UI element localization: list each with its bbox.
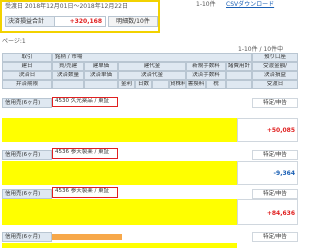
count-label: 1-10件 / 10件中 [238, 46, 284, 53]
header-stock-market: 銘柄 / 市場 [52, 53, 252, 62]
header-open-amount: 建代金 [118, 62, 186, 71]
header-lending-fee: 貸株料 [169, 80, 186, 89]
row-amount: +84,636 [266, 210, 295, 217]
header-due: 弁済期限 [2, 80, 52, 89]
header-buy-sell: 買/売建 [52, 62, 84, 71]
total-label: 決済損益合計 [5, 16, 55, 27]
row-redacted-detail [2, 199, 237, 225]
header-blank-2 [52, 80, 84, 89]
header-tax: 税 [206, 80, 226, 89]
header-account: 預り口座 [252, 53, 298, 62]
row-amount: -9,364 [273, 170, 295, 177]
row-stock-redacted [52, 234, 122, 240]
header-open-date: 建日 [2, 62, 52, 71]
header-pl: 決済損益 [252, 71, 298, 80]
row-stock[interactable]: 4536 参天製薬 / 東証 [52, 187, 118, 198]
row-account: 特定/申告 [252, 98, 298, 108]
row-amount-cell: +50,085 [237, 118, 298, 142]
row-type: 信用売(6ヶ月) [2, 150, 52, 160]
header-rewrite-fee: 書換料 [186, 80, 206, 89]
row-account: 特定/申告 [252, 189, 298, 199]
header-blank-5 [226, 80, 252, 89]
header-settle-amount: 受渡金額/ [252, 62, 298, 71]
header-close-amount: 決済代金 [118, 71, 186, 80]
row-type: 信用売(6ヶ月) [2, 98, 52, 108]
row-amount-cell: +84,636 [237, 199, 298, 225]
header-blank-4 [152, 80, 169, 89]
header-trade: 取引 [2, 53, 52, 62]
header-close-qty: 決済数量 [52, 71, 84, 80]
header-days: 日数 [135, 80, 152, 89]
header-close-price: 決済単価 [84, 71, 118, 80]
row-amount: +50,085 [266, 127, 295, 134]
row-type: 信用売(6ヶ月) [2, 189, 52, 199]
range-text: 1-10件 [196, 1, 216, 8]
header-close-fee: 決済手数料 [186, 71, 226, 80]
header-blank-3 [84, 80, 118, 89]
header-blank [226, 71, 252, 80]
summary-panel: 受渡日 2018年12月01日～2018年12月22日 決済損益合計 +320,… [0, 0, 160, 33]
total-value: +320,168 [54, 16, 106, 27]
page-label: ページ:1 [2, 38, 26, 45]
row-account: 特定/申告 [252, 232, 298, 242]
row-redacted-detail [2, 243, 237, 248]
row-account: 特定/申告 [252, 150, 298, 160]
header-interest: 金利 [118, 80, 135, 89]
row-redacted-detail [2, 118, 237, 142]
header-settle-date: 受渡日 [252, 80, 298, 89]
header-open-price: 建単価 [84, 62, 118, 71]
header-new-fee: 新規手数料 [186, 62, 226, 71]
row-stock[interactable]: 4530 久光薬品 / 東証 [52, 97, 118, 107]
header-close-date: 決済日 [2, 71, 52, 80]
row-amount-cell: -9,364 [237, 161, 298, 185]
row-stock[interactable]: 4536 参天製薬 / 東証 [52, 148, 118, 159]
detail-count-button[interactable]: 明細数/10件 [108, 16, 158, 27]
period-text: 受渡日 2018年12月01日～2018年12月22日 [5, 3, 128, 10]
header-expenses: 諸費用計 [226, 62, 252, 71]
csv-download-link[interactable]: CSVダウンロード [226, 0, 274, 8]
row-redacted-detail [2, 161, 237, 185]
row-type: 信用売(6ヶ月) [2, 232, 52, 242]
